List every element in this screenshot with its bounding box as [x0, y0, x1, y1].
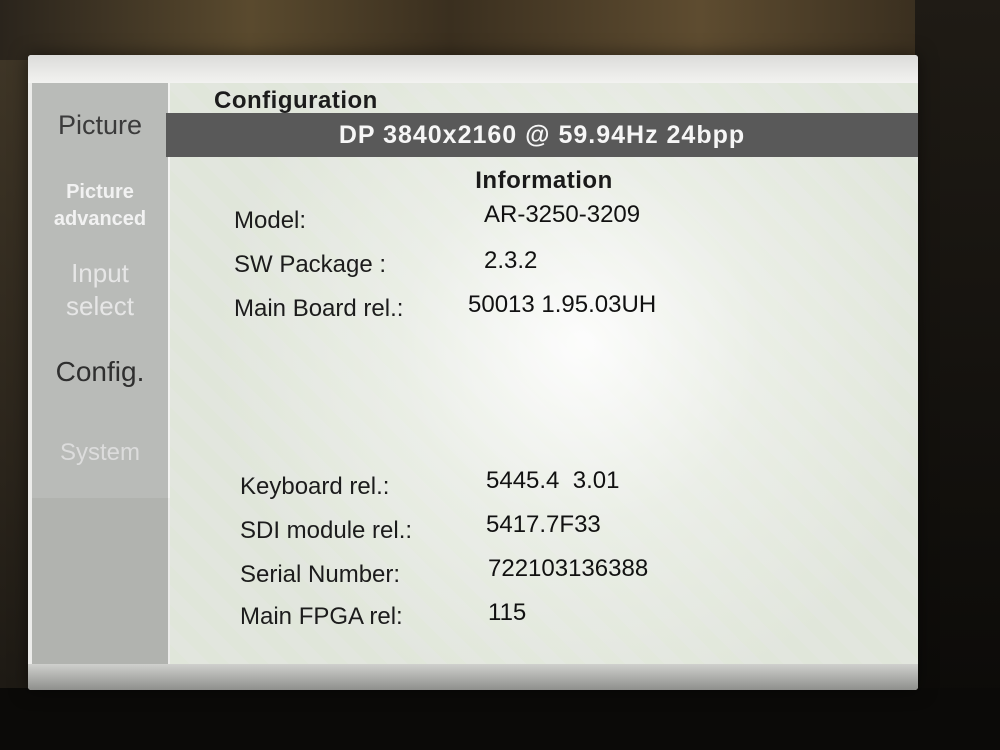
info-value: 5417.7F33 — [486, 511, 601, 538]
osd-top-strip — [28, 55, 918, 83]
sidebar-menu: Picture Picture advanced Input select Co… — [32, 83, 170, 498]
info-label: Serial Number: — [240, 561, 401, 588]
sidebar-empty-area — [32, 498, 168, 664]
photo-background-top — [0, 0, 1000, 60]
info-label: Model: — [234, 207, 307, 234]
sidebar-item-label: Picture — [66, 181, 134, 203]
info-value: 2.3.2 — [484, 247, 538, 274]
information-heading: Information — [475, 167, 613, 194]
info-row-main-fpga: Main FPGA rel: 115 — [240, 599, 900, 639]
info-row-sdi-module: SDI module rel.: 5417.7F33 — [240, 511, 900, 553]
sidebar-item-picture[interactable]: Picture — [32, 109, 168, 141]
config-content: Configuration DP 3840x2160 @ 59.94Hz 24b… — [166, 83, 918, 664]
info-label: Main Board rel.: — [234, 295, 404, 322]
signal-info-text: DP 3840x2160 @ 59.94Hz 24bpp — [338, 121, 746, 149]
sidebar-item-label: select — [66, 290, 134, 321]
info-value: AR-3250-3209 — [484, 201, 641, 228]
info-row-main-board: Main Board rel.: 50013 1.95.03UH — [234, 291, 894, 331]
info-label: Keyboard rel.: — [240, 473, 390, 500]
sidebar-item-system[interactable]: System — [32, 439, 168, 468]
sidebar-item-label: System — [59, 439, 140, 466]
osd-bottom-strip — [28, 664, 918, 690]
photo-background-left — [0, 60, 30, 750]
osd-menu-panel: Picture Picture advanced Input select Co… — [28, 55, 918, 690]
info-label: Main FPGA rel: — [240, 603, 403, 630]
info-row-sw-package: SW Package : 2.3.2 — [234, 247, 894, 287]
sidebar-item-config[interactable]: Config. — [32, 355, 168, 389]
info-label: SDI module rel.: — [240, 517, 413, 544]
info-value: 50013 1.95.03UH — [468, 291, 657, 318]
info-value: 115 — [488, 599, 527, 626]
monitor-bezel-right — [915, 0, 1000, 750]
page-title: Configuration — [214, 87, 378, 114]
info-label: SW Package : — [234, 251, 387, 278]
info-value: 5445.4 3.01 — [486, 467, 620, 494]
info-value: 722103136388 — [488, 555, 649, 582]
info-row-model: Model: AR-3250-3209 — [234, 201, 894, 243]
signal-info-bar: DP 3840x2160 @ 59.94Hz 24bpp — [166, 113, 918, 157]
sidebar-item-input-select[interactable]: Input select — [32, 257, 168, 322]
monitor-bezel-bottom — [0, 688, 1000, 750]
info-row-serial-number: Serial Number: 722103136388 — [240, 555, 900, 597]
info-row-keyboard: Keyboard rel.: 5445.4 3.01 — [240, 467, 900, 509]
sidebar-item-label: Input — [71, 258, 129, 288]
sidebar-item-picture-advanced[interactable]: Picture advanced — [32, 179, 168, 233]
sidebar-item-label: Config. — [55, 356, 145, 387]
sidebar-item-label: advanced — [53, 208, 147, 230]
sidebar-item-label: Picture — [57, 110, 143, 140]
